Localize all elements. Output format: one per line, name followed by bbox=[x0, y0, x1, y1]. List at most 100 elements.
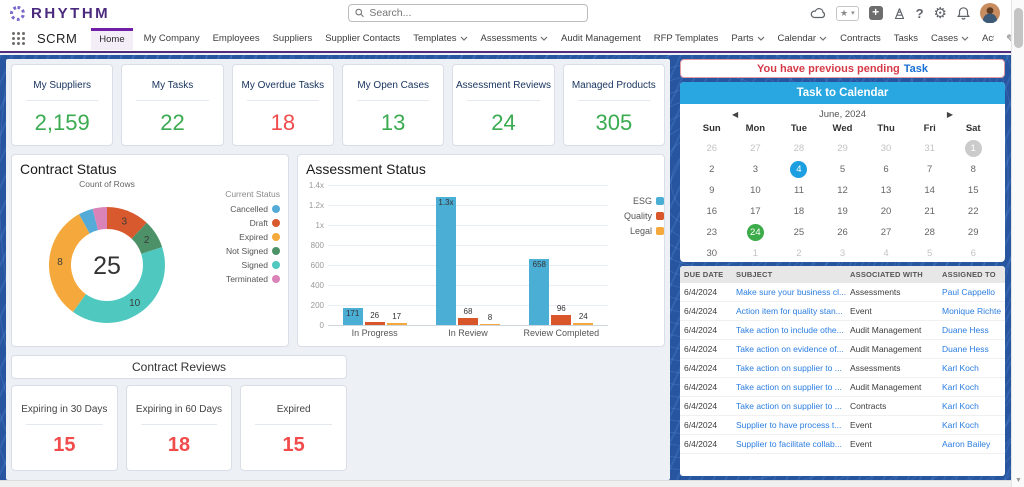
help-icon[interactable]: ? bbox=[916, 6, 924, 21]
calendar-day[interactable]: 17 bbox=[734, 201, 778, 222]
task-subject-link[interactable]: Take action to include othe... bbox=[736, 325, 850, 335]
nav-tab-templates[interactable]: Templates bbox=[411, 28, 469, 49]
review-card-expiring-in-30-days[interactable]: Expiring in 30 Days15 bbox=[11, 385, 118, 471]
calendar-day[interactable]: 1 bbox=[734, 243, 778, 262]
vertical-scrollbar[interactable]: ▼ bbox=[1011, 0, 1024, 487]
calendar-day[interactable]: 27 bbox=[734, 138, 778, 159]
task-assigned-to-link[interactable]: Duane Hess bbox=[942, 325, 1001, 335]
calendar-day[interactable]: 31 bbox=[908, 138, 952, 159]
task-subject-link[interactable]: Take action on evidence of... bbox=[736, 344, 850, 354]
calendar-day[interactable]: 3 bbox=[821, 243, 865, 262]
notifications-icon[interactable] bbox=[957, 6, 970, 20]
task-subject-link[interactable]: Take action on supplier to ... bbox=[736, 363, 850, 373]
calendar-day[interactable]: 29 bbox=[821, 138, 865, 159]
calendar-day[interactable]: 20 bbox=[864, 201, 908, 222]
task-subject-link[interactable]: Take action on supplier to ... bbox=[736, 382, 850, 392]
calendar-day[interactable]: 13 bbox=[864, 180, 908, 201]
calendar-day[interactable]: 3 bbox=[734, 159, 778, 180]
quick-add-icon[interactable]: + bbox=[869, 6, 883, 20]
calendar-day[interactable]: 2 bbox=[690, 159, 734, 180]
task-assigned-to-link[interactable]: Karl Koch bbox=[942, 382, 1001, 392]
task-subject-link[interactable]: Supplier to have process t... bbox=[736, 420, 850, 430]
setup-icon[interactable]: ⚙ bbox=[934, 4, 947, 22]
calendar-day[interactable]: 9 bbox=[690, 180, 734, 201]
calendar-day[interactable]: 23 bbox=[690, 222, 734, 243]
task-assigned-to-link[interactable]: Monique Richter bbox=[942, 306, 1001, 316]
task-subject-link[interactable]: Action item for quality stan... bbox=[736, 306, 850, 316]
kpi-card-managed-products[interactable]: Managed Products305 bbox=[563, 64, 665, 146]
nav-tab-my-company[interactable]: My Company bbox=[142, 28, 202, 49]
nav-tab-assessments[interactable]: Assessments bbox=[479, 28, 551, 49]
review-card-expired[interactable]: Expired15 bbox=[240, 385, 347, 471]
banner-task-link[interactable]: Task bbox=[904, 63, 928, 75]
calendar-day[interactable]: 29 bbox=[951, 222, 995, 243]
calendar-day[interactable]: 11 bbox=[777, 180, 821, 201]
calendar-day[interactable]: 14 bbox=[908, 180, 952, 201]
kpi-card-my-open-cases[interactable]: My Open Cases13 bbox=[342, 64, 444, 146]
calendar-day[interactable]: 26 bbox=[690, 138, 734, 159]
calendar-day[interactable]: 26 bbox=[821, 222, 865, 243]
nav-tab-supplier-contacts[interactable]: Supplier Contacts bbox=[323, 28, 402, 49]
calendar-day[interactable]: 7 bbox=[908, 159, 952, 180]
task-subject-link[interactable]: Make sure your business cl... bbox=[736, 287, 850, 297]
guidance-icon[interactable] bbox=[893, 7, 906, 20]
calendar-day[interactable]: 6 bbox=[864, 159, 908, 180]
kpi-card-assessment-reviews[interactable]: Assessment Reviews24 bbox=[452, 64, 554, 146]
calendar-day[interactable]: 2 bbox=[777, 243, 821, 262]
calendar-day[interactable]: 28 bbox=[908, 222, 952, 243]
calendar-day[interactable]: 21 bbox=[908, 201, 952, 222]
nav-tab-suppliers[interactable]: Suppliers bbox=[271, 28, 315, 49]
calendar-day[interactable]: 4 bbox=[777, 159, 821, 180]
calendar-day[interactable]: 28 bbox=[777, 138, 821, 159]
calendar-day[interactable]: 15 bbox=[951, 180, 995, 201]
nav-tab-calendar[interactable]: Calendar bbox=[776, 28, 830, 49]
calendar-day[interactable]: 8 bbox=[951, 159, 995, 180]
calendar-day[interactable]: 24 bbox=[734, 222, 778, 243]
calendar-day[interactable]: 19 bbox=[821, 201, 865, 222]
task-assigned-to-link[interactable]: Paul Cappello bbox=[942, 287, 1001, 297]
task-assigned-to-link[interactable]: Aaron Bailey bbox=[942, 439, 1001, 449]
calendar-day[interactable]: 30 bbox=[690, 243, 734, 262]
calendar-day[interactable]: 25 bbox=[777, 222, 821, 243]
nav-tab-employees[interactable]: Employees bbox=[211, 28, 262, 49]
nav-tab-cases[interactable]: Cases bbox=[929, 28, 971, 49]
calendar-day[interactable]: 5 bbox=[908, 243, 952, 262]
calendar-day[interactable]: 27 bbox=[864, 222, 908, 243]
calendar-day[interactable]: 1 bbox=[951, 138, 995, 159]
scrollbar-thumb[interactable] bbox=[1014, 8, 1023, 48]
calendar-day[interactable]: 12 bbox=[821, 180, 865, 201]
scroll-down-icon[interactable]: ▼ bbox=[1012, 477, 1024, 484]
task-subject-link[interactable]: Take action on supplier to ... bbox=[736, 401, 850, 411]
calendar-day[interactable]: 16 bbox=[690, 201, 734, 222]
nav-tab-home[interactable]: Home bbox=[91, 28, 132, 50]
search-box[interactable] bbox=[348, 4, 588, 22]
kpi-card-my-tasks[interactable]: My Tasks22 bbox=[121, 64, 223, 146]
calendar-next-icon[interactable]: ▶ bbox=[947, 110, 953, 119]
task-assigned-to-link[interactable]: Duane Hess bbox=[942, 344, 1001, 354]
app-launcher-icon[interactable] bbox=[12, 32, 25, 45]
favorites-icon[interactable]: ★▾ bbox=[836, 6, 859, 21]
calendar-day[interactable]: 6 bbox=[951, 243, 995, 262]
einstein-icon[interactable] bbox=[810, 7, 826, 19]
horizontal-scrollbar[interactable] bbox=[0, 480, 1011, 487]
nav-tab-action-items[interactable]: Action Items bbox=[980, 28, 994, 49]
calendar-day[interactable]: 18 bbox=[777, 201, 821, 222]
calendar-day[interactable]: 10 bbox=[734, 180, 778, 201]
avatar[interactable] bbox=[980, 3, 1000, 23]
task-assigned-to-link[interactable]: Karl Koch bbox=[942, 420, 1001, 430]
calendar-day[interactable]: 5 bbox=[821, 159, 865, 180]
task-assigned-to-link[interactable]: Karl Koch bbox=[942, 401, 1001, 411]
kpi-card-my-overdue-tasks[interactable]: My Overdue Tasks18 bbox=[232, 64, 334, 146]
calendar-day[interactable]: 30 bbox=[864, 138, 908, 159]
task-subject-link[interactable]: Supplier to facilitate collab... bbox=[736, 439, 850, 449]
kpi-card-my-suppliers[interactable]: My Suppliers2,159 bbox=[11, 64, 113, 146]
task-assigned-to-link[interactable]: Karl Koch bbox=[942, 363, 1001, 373]
nav-tab-audit-management[interactable]: Audit Management bbox=[559, 28, 643, 49]
nav-tab-contracts[interactable]: Contracts bbox=[838, 28, 883, 49]
nav-tab-parts[interactable]: Parts bbox=[729, 28, 766, 49]
search-input[interactable] bbox=[369, 7, 581, 19]
review-card-expiring-in-60-days[interactable]: Expiring in 60 Days18 bbox=[126, 385, 233, 471]
calendar-day[interactable]: 4 bbox=[864, 243, 908, 262]
nav-tab-tasks[interactable]: Tasks bbox=[892, 28, 920, 49]
calendar-day[interactable]: 22 bbox=[951, 201, 995, 222]
